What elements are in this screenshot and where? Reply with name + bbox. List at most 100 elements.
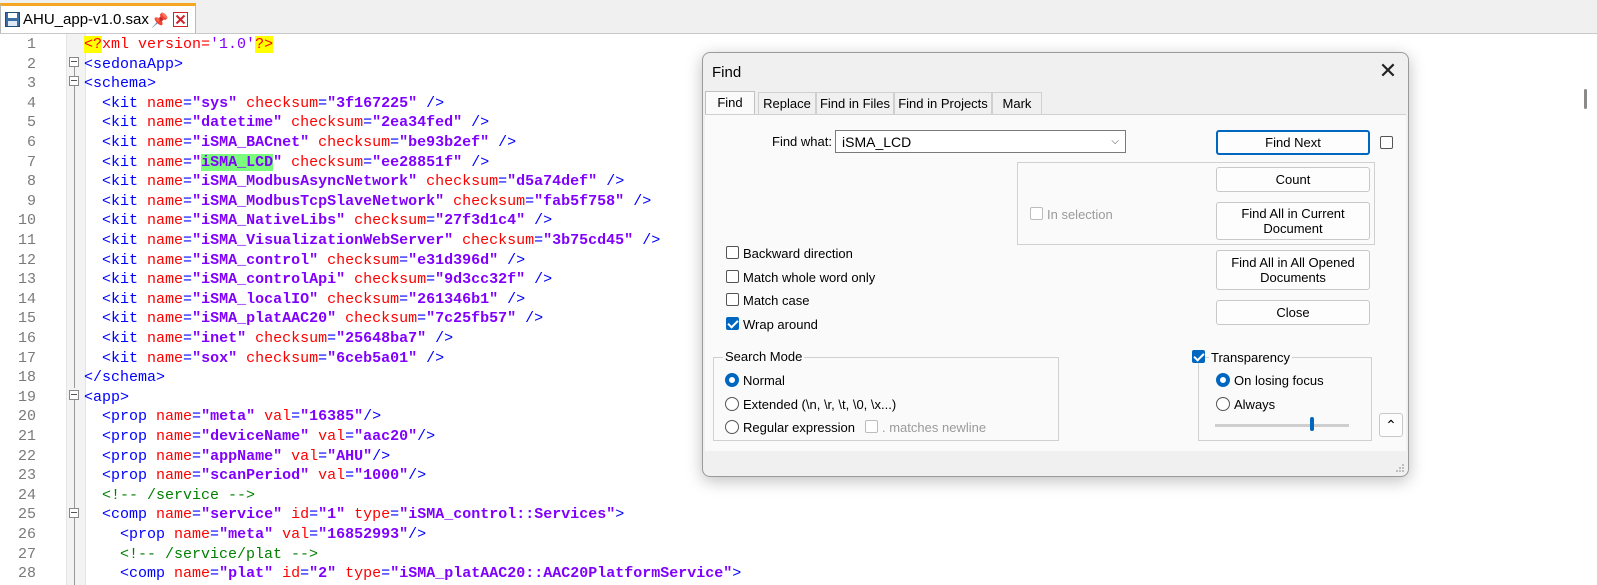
code-text: <kit name="iSMA_ModbusTcpSlaveNetwork" c… [102,192,652,210]
line-number: 17 [17,349,36,367]
tab-find-in-projects[interactable]: Find in Projects [894,92,992,114]
file-tab-label: AHU_app-v1.0.sax [23,11,149,28]
code-text: <prop name="meta" val="16852993"/> [120,526,427,543]
save-icon [5,12,20,27]
find-what-label: Find what: [772,134,832,149]
tab-find[interactable]: Find [705,91,755,115]
tab-bar: AHU_app-v1.0.sax 📌 [0,0,1597,34]
find-next-button[interactable]: Find Next [1216,130,1370,155]
normal-radio[interactable] [725,373,739,387]
resize-grip-icon[interactable] [1395,463,1405,473]
transparency-slider-thumb[interactable] [1309,417,1314,431]
fold-toggle-icon[interactable] [69,76,79,86]
close-icon[interactable]: ✕ [1375,60,1401,82]
find-next-option-checkbox[interactable] [1380,136,1393,149]
code-text: <!-- /service/plat --> [120,545,319,563]
vertical-scrollbar[interactable] [1553,34,1597,585]
code-text: <comp name="plat" id="2" type="iSMA_plat… [120,565,742,583]
code-text: <kit name="iSMA_platAAC20" checksum="7c2… [102,310,544,328]
find-dialog: Find ✕ Find Replace Find in Files Find i… [702,52,1409,477]
count-button[interactable]: Count [1216,167,1370,192]
fold-toggle-icon[interactable] [69,508,79,518]
find-all-current-button[interactable]: Find All in Current Document [1216,202,1370,240]
on-losing-focus-radio[interactable] [1216,373,1230,387]
line-number: 22 [17,447,36,465]
code-text: <prop name="scanPeriod" val="1000"/> [102,467,427,485]
code-line[interactable]: 28 <comp name="plat" id="2" type="iSMA_p… [0,564,1550,584]
regex-radio[interactable] [725,420,739,434]
transparency-checkbox[interactable] [1192,350,1205,363]
line-number: 4 [26,94,36,112]
code-text: <kit name="datetime" checksum="2ea34fed"… [102,114,490,132]
line-number: 8 [26,173,36,191]
search-mode-label: Search Mode [723,349,805,364]
code-line[interactable]: 26 <prop name="meta" val="16852993"/> [0,525,1550,545]
dialog-title: Find [712,64,742,81]
in-selection-checkbox[interactable] [1030,207,1043,220]
code-text: <comp name="service" id="1" type="iSMA_c… [102,506,625,524]
line-number: 10 [17,212,36,230]
matches-newline-checkbox[interactable] [865,420,878,433]
scrollbar-thumb[interactable] [1584,89,1587,109]
code-text: <prop name="deviceName" val="aac20"/> [102,428,436,445]
line-number: 11 [17,232,36,249]
line-number: 5 [26,114,36,132]
match-whole-word-label: Match whole word only [743,270,876,285]
backward-direction-label: Backward direction [743,246,853,261]
code-text: <?xml version='1.0'?> [84,36,274,53]
code-text: <kit name="iSMA_control" checksum="e31d3… [102,251,526,269]
match-case-checkbox[interactable] [726,293,739,306]
line-number: 19 [17,388,36,406]
line-number: 20 [17,408,36,426]
tab-find-in-files[interactable]: Find in Files [816,92,894,114]
code-text: <sedonaApp> [84,55,184,73]
close-button[interactable]: Close [1216,300,1370,325]
code-text: <!-- /service --> [102,486,256,504]
chevron-down-icon[interactable]: ⌵ [1111,136,1119,147]
transparency-label: Transparency [1209,350,1292,365]
fold-toggle-icon[interactable] [69,390,79,400]
always-radio[interactable] [1216,397,1230,411]
code-text: <kit name="iSMA_VisualizationWebServer" … [102,232,661,249]
line-number: 24 [17,486,36,504]
code-text: <kit name="iSMA_BACnet" checksum="be93b2… [102,134,517,151]
code-line[interactable]: 25 <comp name="service" id="1" type="iSM… [0,505,1550,525]
line-number: 7 [26,153,36,171]
find-what-value: iSMA_LCD [842,134,912,150]
code-text: </schema> [84,369,166,387]
pin-icon[interactable]: 📌 [151,12,168,28]
extended-radio[interactable] [725,397,739,411]
code-text: <kit name="iSMA_ModbusAsyncNetwork" chec… [102,173,625,191]
regex-label: Regular expression [743,420,856,435]
fold-toggle-icon[interactable] [69,57,79,67]
fold-line [74,390,75,585]
match-whole-word-checkbox[interactable] [726,270,739,283]
backward-direction-checkbox[interactable] [726,246,739,259]
line-number: 16 [17,330,36,347]
collapse-button[interactable]: ⌃ [1379,413,1403,437]
in-selection-label: In selection [1047,207,1113,222]
find-what-combobox[interactable]: iSMA_LCD ⌵ [835,130,1126,153]
find-all-opened-button[interactable]: Find All in All Opened Documents [1216,250,1370,290]
code-text: <kit name="iSMA_localIO" checksum="26134… [102,290,526,308]
fold-line [74,77,75,374]
wrap-around-label: Wrap around [743,317,818,332]
code-line[interactable]: 27 <!-- /service/plat --> [0,545,1550,565]
tab-replace[interactable]: Replace [758,92,816,114]
matches-newline-label: . matches newline [882,420,987,435]
line-number: 23 [17,467,36,485]
normal-label: Normal [743,373,785,388]
close-tab-icon[interactable] [173,12,188,27]
wrap-around-checkbox[interactable] [726,317,739,330]
on-losing-focus-label: On losing focus [1234,373,1324,388]
line-number: 3 [26,75,36,93]
file-tab[interactable]: AHU_app-v1.0.sax 📌 [0,3,196,33]
tab-mark[interactable]: Mark [992,92,1042,114]
transparency-slider[interactable] [1215,424,1349,427]
code-line[interactable]: 24 <!-- /service --> [0,486,1550,506]
match-case-label: Match case [743,293,810,308]
find-tab-panel: Find what: iSMA_LCD ⌵ Find Next Count In… [705,114,1406,451]
line-number: 27 [17,545,36,563]
code-text: <kit name="sox" checksum="6ceb5a01" /> [102,349,445,367]
line-number: 6 [26,134,36,151]
